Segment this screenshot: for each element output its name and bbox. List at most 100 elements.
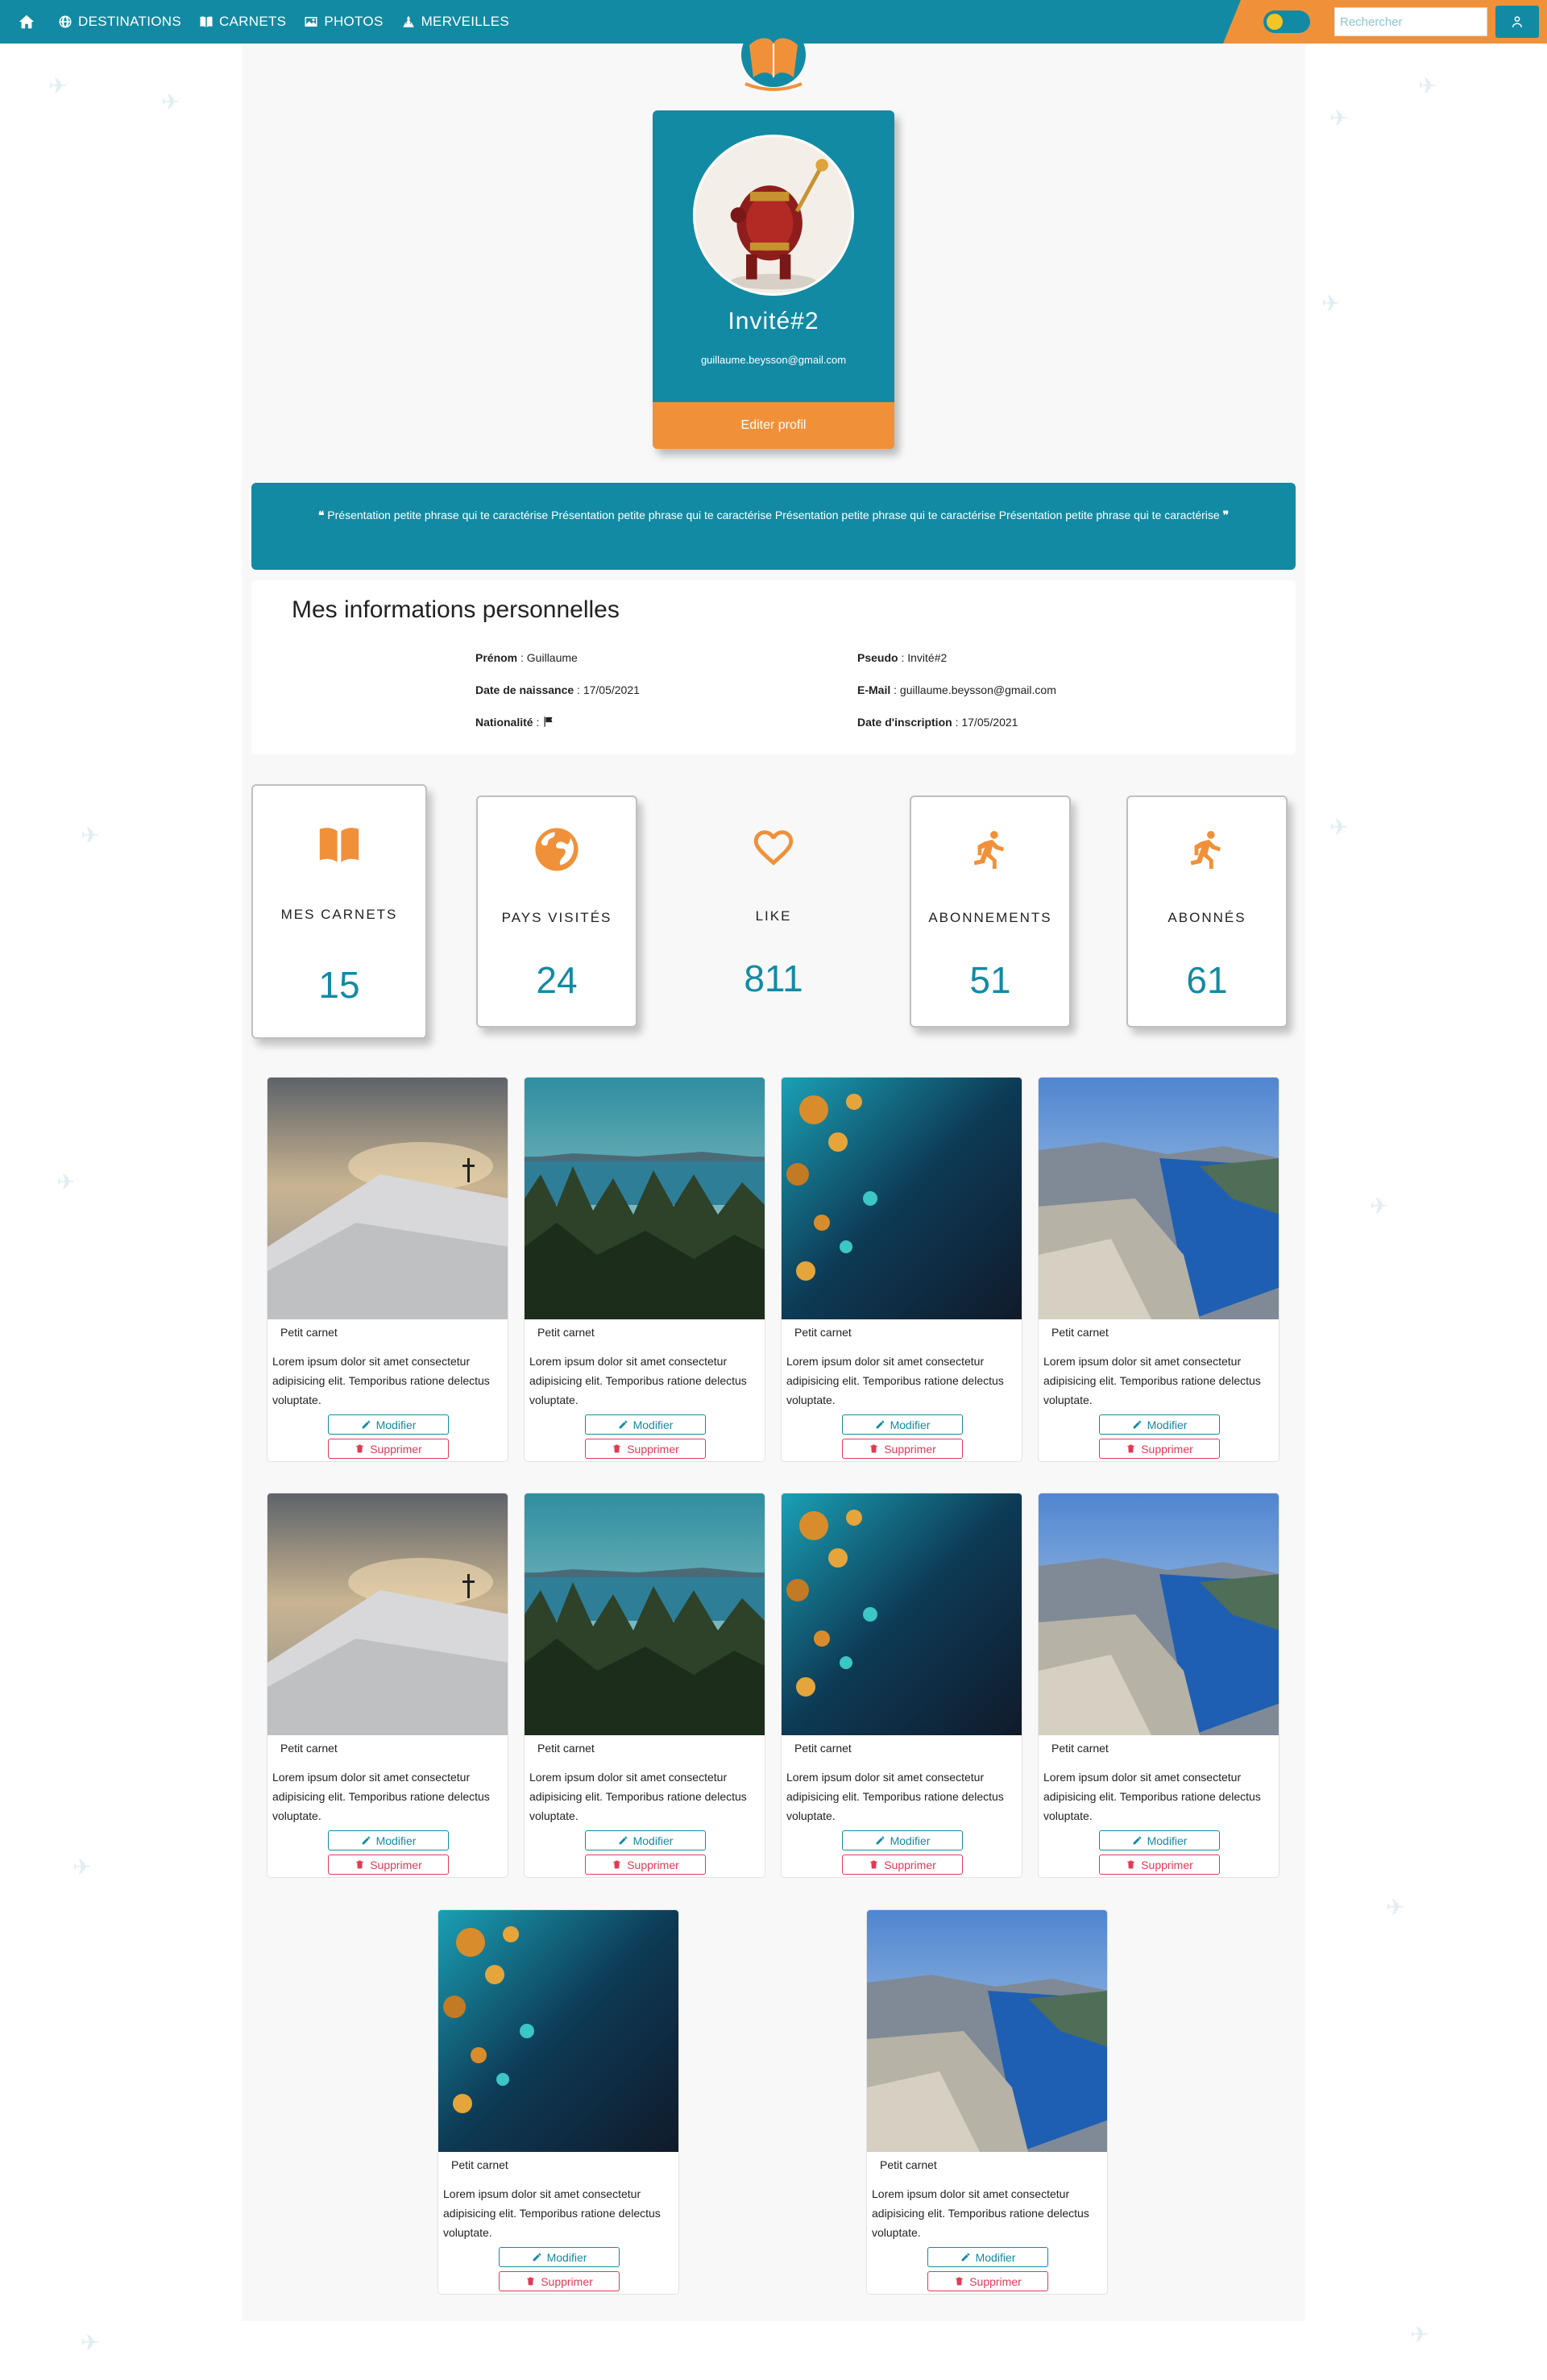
- carnet-image[interactable]: [525, 1493, 765, 1735]
- stat-label: PAYS VISITÉS: [501, 910, 612, 925]
- avatar[interactable]: [693, 135, 854, 296]
- modify-label: Modifier: [1147, 1418, 1188, 1431]
- carnet-image[interactable]: [525, 1078, 765, 1319]
- stat-label: ABONNEMENTS: [928, 910, 1052, 925]
- user-account-button[interactable]: [1495, 6, 1539, 38]
- open-quote-icon: ❝: [317, 509, 325, 521]
- delete-label: Supprimer: [627, 1858, 679, 1871]
- nav-item-destinations[interactable]: DESTINATIONS: [58, 14, 181, 30]
- carnet-image[interactable]: [1039, 1078, 1279, 1319]
- running-icon: [967, 826, 1014, 873]
- quote-text: Présentation petite phrase qui te caract…: [327, 509, 1220, 521]
- stat-card-abonnements[interactable]: ABONNEMENTS 51: [910, 795, 1071, 1028]
- carnet-card[interactable]: Petit carnet Lorem ipsum dolor sit amet …: [524, 1493, 765, 1878]
- plane-decoration-icon: ✈: [81, 2329, 100, 2356]
- modify-button[interactable]: Modifier: [328, 1830, 449, 1850]
- close-quote-icon: ❞: [1222, 509, 1230, 521]
- edit-profile-button[interactable]: Editer profil: [653, 402, 894, 449]
- image-icon: [304, 15, 318, 29]
- carnet-card[interactable]: Petit carnet Lorem ipsum dolor sit amet …: [524, 1077, 765, 1462]
- search-input[interactable]: [1334, 7, 1487, 36]
- stat-label: MES CARNETS: [280, 907, 398, 922]
- trash-icon: [1126, 1859, 1136, 1870]
- sun-icon: [1267, 14, 1283, 30]
- stat-label: LIKE: [755, 908, 792, 924]
- carnet-image[interactable]: [1039, 1493, 1279, 1735]
- stat-card-abonnes[interactable]: ABONNÉS 61: [1126, 795, 1288, 1028]
- carnet-image[interactable]: [268, 1078, 508, 1319]
- carnet-card[interactable]: Petit carnet Lorem ipsum dolor sit amet …: [781, 1077, 1022, 1462]
- stat-value: 15: [318, 964, 360, 1006]
- delete-button[interactable]: Supprimer: [499, 2271, 620, 2291]
- info-value: 17/05/2021: [961, 716, 1018, 729]
- theme-toggle[interactable]: [1263, 10, 1310, 33]
- carnet-description: Lorem ipsum dolor sit amet consectetur a…: [1043, 1355, 1261, 1406]
- modify-button[interactable]: Modifier: [499, 2247, 620, 2267]
- carnet-title: Petit carnet: [280, 1326, 338, 1339]
- carnet-description: Lorem ipsum dolor sit amet consectetur a…: [872, 2187, 1089, 2239]
- delete-button[interactable]: Supprimer: [585, 1855, 706, 1875]
- stat-card-pays[interactable]: PAYS VISITÉS 24: [476, 795, 637, 1028]
- carnet-card[interactable]: Petit carnet Lorem ipsum dolor sit amet …: [866, 1909, 1108, 2295]
- delete-button[interactable]: Supprimer: [328, 1439, 449, 1459]
- stat-card-like[interactable]: LIKE 811: [693, 795, 854, 1028]
- modify-label: Modifier: [632, 1834, 674, 1847]
- flag-icon: [542, 716, 554, 728]
- modify-button[interactable]: Modifier: [927, 2247, 1048, 2267]
- trash-icon: [1126, 1443, 1136, 1454]
- site-logo[interactable]: [737, 21, 810, 93]
- trash-icon: [869, 1443, 879, 1454]
- nav-item-carnets[interactable]: CARNETS: [199, 14, 286, 30]
- delete-button[interactable]: Supprimer: [328, 1855, 449, 1875]
- carnet-title: Petit carnet: [1051, 1742, 1109, 1755]
- modify-button[interactable]: Modifier: [842, 1830, 963, 1850]
- info-pseudo: Pseudo : Invité#2: [857, 651, 948, 664]
- carnet-image[interactable]: [268, 1493, 508, 1735]
- user-icon: [1510, 15, 1524, 29]
- modify-button[interactable]: Modifier: [585, 1830, 706, 1850]
- carnet-card[interactable]: Petit carnet Lorem ipsum dolor sit amet …: [267, 1077, 508, 1462]
- delete-button[interactable]: Supprimer: [1099, 1439, 1220, 1459]
- carnet-card[interactable]: Petit carnet Lorem ipsum dolor sit amet …: [1038, 1493, 1279, 1878]
- info-label: Date de naissance: [475, 683, 574, 696]
- delete-label: Supprimer: [627, 1442, 679, 1456]
- carnet-card[interactable]: Petit carnet Lorem ipsum dolor sit amet …: [438, 1909, 679, 2295]
- nav-item-photos[interactable]: PHOTOS: [304, 14, 383, 30]
- pencil-icon: [875, 1835, 885, 1846]
- stat-value: 811: [744, 957, 803, 999]
- info-email: E-Mail : guillaume.beysson@gmail.com: [857, 683, 1056, 696]
- delete-button[interactable]: Supprimer: [927, 2271, 1048, 2291]
- delete-button[interactable]: Supprimer: [1099, 1855, 1220, 1875]
- plane-decoration-icon: ✈: [1321, 290, 1341, 317]
- modify-label: Modifier: [1147, 1834, 1188, 1847]
- info-label: Date d'inscription: [857, 716, 952, 729]
- carnet-card[interactable]: Petit carnet Lorem ipsum dolor sit amet …: [1038, 1077, 1279, 1462]
- pencil-icon: [1132, 1419, 1143, 1430]
- info-value: Guillaume: [526, 651, 578, 664]
- carnet-image[interactable]: [867, 1910, 1108, 2152]
- delete-button[interactable]: Supprimer: [585, 1439, 706, 1459]
- carnet-card[interactable]: Petit carnet Lorem ipsum dolor sit amet …: [267, 1493, 508, 1878]
- modify-button[interactable]: Modifier: [585, 1414, 706, 1435]
- stat-card-carnets[interactable]: MES CARNETS 15: [251, 784, 427, 1039]
- carnet-image[interactable]: [782, 1078, 1022, 1319]
- delete-button[interactable]: Supprimer: [842, 1855, 963, 1875]
- book-icon: [199, 15, 214, 29]
- nav-item-merveilles[interactable]: MERVEILLES: [401, 14, 509, 30]
- trash-icon: [869, 1859, 879, 1870]
- modify-button[interactable]: Modifier: [1099, 1414, 1220, 1435]
- info-label: E-Mail: [857, 683, 891, 696]
- modify-button[interactable]: Modifier: [842, 1414, 963, 1435]
- carnet-card[interactable]: Petit carnet Lorem ipsum dolor sit amet …: [781, 1493, 1022, 1878]
- modify-button[interactable]: Modifier: [1099, 1830, 1220, 1850]
- carnet-description: Lorem ipsum dolor sit amet consectetur a…: [272, 1771, 490, 1822]
- delete-button[interactable]: Supprimer: [842, 1439, 963, 1459]
- modify-button[interactable]: Modifier: [328, 1414, 449, 1435]
- carnet-image[interactable]: [782, 1493, 1022, 1735]
- plane-decoration-icon: ✈: [161, 89, 180, 115]
- plane-decoration-icon: ✈: [56, 1169, 76, 1195]
- home-button[interactable]: [13, 0, 40, 44]
- info-naissance: Date de naissance : 17/05/2021: [475, 683, 640, 696]
- carnet-image[interactable]: [438, 1910, 679, 2152]
- trash-icon: [612, 1443, 622, 1454]
